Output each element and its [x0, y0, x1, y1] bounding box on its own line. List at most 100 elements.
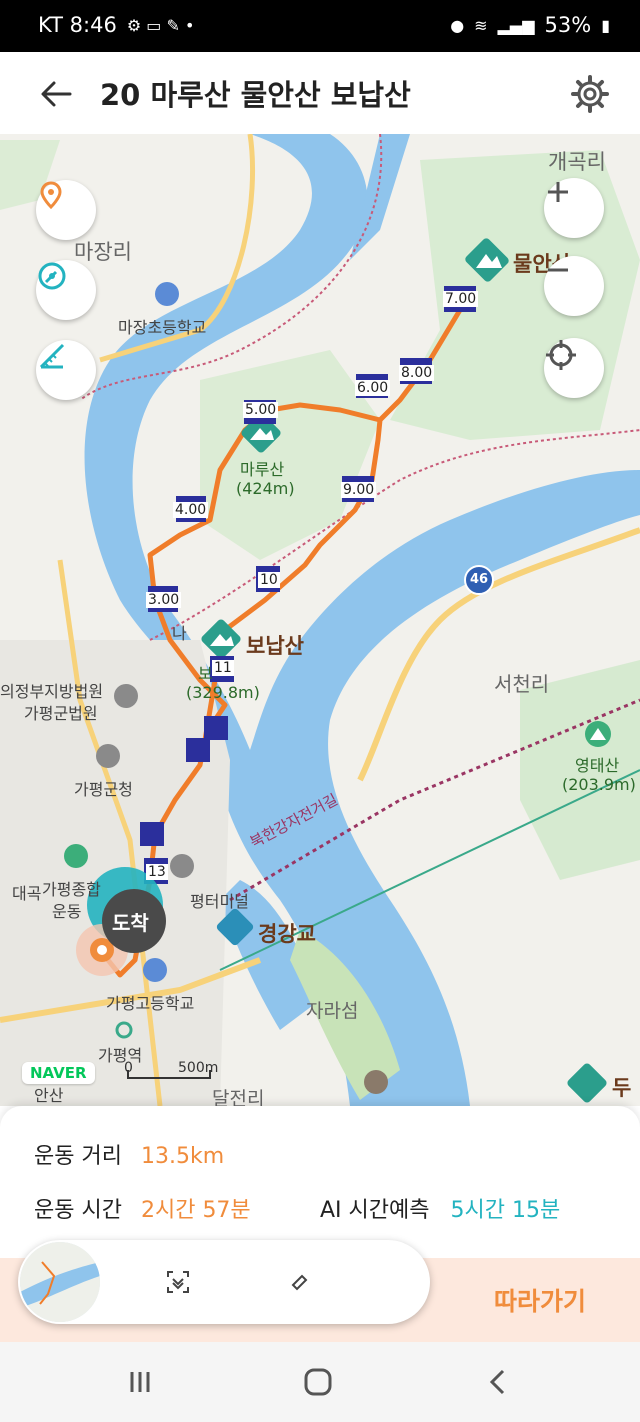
bus-terminal-icon: [170, 854, 194, 878]
ai-time-value: 5시간 15분: [450, 1198, 561, 1223]
distance-value: 13.5km: [140, 1144, 225, 1169]
time-row: 운동 시간 2시간 57분: [34, 1192, 251, 1224]
carrier-time: KT 8:46: [38, 13, 117, 37]
system-nav-bar: [0, 1342, 640, 1422]
mountain-marker-yeongtaesan[interactable]: [585, 721, 611, 747]
scale-zero: 0: [124, 1060, 133, 1076]
wifi-icon: ≋: [474, 15, 488, 35]
locate-button[interactable]: [544, 338, 604, 398]
system-back-button[interactable]: [478, 1362, 518, 1402]
scroll-capture-button[interactable]: [158, 1262, 198, 1302]
scale-label: 500m: [178, 1060, 219, 1076]
notification-icons: ⚙ ▭ ✎ •: [126, 15, 195, 35]
place-label: 안산: [34, 1086, 64, 1105]
place-label: 나: [172, 624, 187, 643]
waypoint-label: 13: [146, 864, 168, 880]
back-button[interactable]: [36, 74, 76, 114]
battery-percent: 53%: [544, 13, 592, 37]
waypoint-label: 4.00: [173, 502, 209, 518]
waypoint-label: 3.00: [146, 592, 182, 608]
place-label: 의정부지방법원: [0, 682, 104, 701]
settings-button[interactable]: [568, 72, 612, 116]
place-label: 서천리: [494, 672, 550, 696]
ai-time-label: AI 시간예측: [320, 1198, 430, 1223]
waypoint-label: 9.00: [341, 482, 377, 498]
waypoint-label: 7.00: [443, 291, 479, 307]
home-icon: [304, 1368, 332, 1396]
waypoint-label: 10: [258, 572, 280, 588]
peak-height: (329.8m): [186, 683, 260, 702]
court-icon: [114, 684, 138, 708]
status-bar: KT 8:46 ⚙ ▭ ✎ • ● ≋ ▂▄▆ 53% ▮: [0, 0, 640, 52]
government-icon: [96, 744, 120, 768]
page-title: 20 마루산 물안산 보납산: [100, 78, 411, 112]
place-label: 운동: [52, 902, 82, 921]
location-button[interactable]: [36, 180, 96, 240]
plus-icon: [548, 182, 568, 202]
peak-height: (203.9m): [562, 775, 636, 794]
home-button[interactable]: [298, 1362, 338, 1402]
peak-label: 보납산: [246, 634, 304, 658]
edit-capture-button[interactable]: [280, 1262, 320, 1302]
location-pin-icon: [40, 181, 62, 210]
school-icon: [155, 282, 179, 306]
place-label: 평터미널: [190, 892, 249, 911]
compass-gauge-icon: [38, 262, 66, 290]
battery-icon: ▮: [601, 15, 610, 35]
place-label: 달전리: [212, 1088, 265, 1106]
measure-button[interactable]: [36, 340, 96, 400]
zoom-in-button[interactable]: [544, 178, 604, 238]
distance-row: 운동 거리 13.5km: [34, 1138, 224, 1170]
minus-icon: [548, 268, 568, 272]
compass-button[interactable]: [36, 260, 96, 320]
scroll-capture-icon: [167, 1271, 189, 1293]
road-number: 46: [470, 572, 489, 587]
peak-label: 마루산: [240, 460, 285, 479]
bridge-label: 경강교: [258, 922, 316, 946]
place-label: 마장리: [74, 240, 132, 264]
thumbnail-map-icon: [20, 1242, 100, 1322]
chevron-left-icon: [489, 1369, 505, 1395]
edit-capture-icon: [291, 1274, 308, 1291]
recent-apps-button[interactable]: [120, 1362, 160, 1402]
stadium-icon: [64, 844, 88, 868]
back-arrow-icon: [41, 81, 72, 107]
waypoint-label: 5.00: [243, 402, 279, 418]
flag-icon: [364, 1070, 388, 1094]
waypoint-flag[interactable]: [204, 716, 228, 740]
waypoint-label: 6.00: [355, 380, 391, 396]
waypoint-label: 11: [212, 660, 234, 676]
gear-icon: [571, 75, 609, 113]
time-label: 운동 시간: [34, 1198, 122, 1223]
distance-label: 운동 거리: [34, 1144, 122, 1169]
time-value: 2시간 57분: [140, 1198, 251, 1223]
crosshair-icon: [546, 340, 576, 370]
waypoint-flag[interactable]: [186, 738, 210, 762]
zoom-out-button[interactable]: [544, 256, 604, 316]
place-label: 대곡: [12, 884, 42, 903]
waypoint-flag[interactable]: [140, 822, 164, 846]
place-label: 개곡리: [548, 150, 606, 174]
place-label: 가평종합: [42, 880, 101, 899]
arrival-label: 도착: [112, 911, 149, 935]
floating-capture-bar[interactable]: [18, 1240, 430, 1324]
map-view[interactable]: 개곡리 마장리 마장초등학교 물안산 마루산 (424m) 보납산 보 (329…: [0, 134, 640, 1106]
follow-button[interactable]: 따라가기: [440, 1258, 640, 1342]
ruler-measure-icon: [39, 343, 65, 369]
app-header: 20 마루산 물안산 보납산: [0, 52, 640, 135]
end-point-center: [97, 945, 107, 955]
recent-apps-icon: [130, 1372, 150, 1392]
place-label: 가평역: [98, 1046, 143, 1065]
waypoint-label: 8.00: [399, 365, 435, 381]
place-label: 가평고등학교: [106, 994, 195, 1013]
peak-label-short: 보: [198, 664, 213, 683]
map-thumbnail[interactable]: [20, 1242, 100, 1322]
place-label: 가평군청: [74, 780, 133, 799]
naver-logo[interactable]: NAVER: [22, 1062, 95, 1084]
place-label: 마장초등학교: [118, 318, 207, 337]
place-label: 자라섬: [306, 1000, 359, 1022]
peak-height: (424m): [236, 479, 295, 498]
school-icon: [143, 958, 167, 982]
ai-time-row: AI 시간예측 5시간 15분: [320, 1192, 560, 1224]
peak-label: 영태산: [575, 756, 620, 775]
